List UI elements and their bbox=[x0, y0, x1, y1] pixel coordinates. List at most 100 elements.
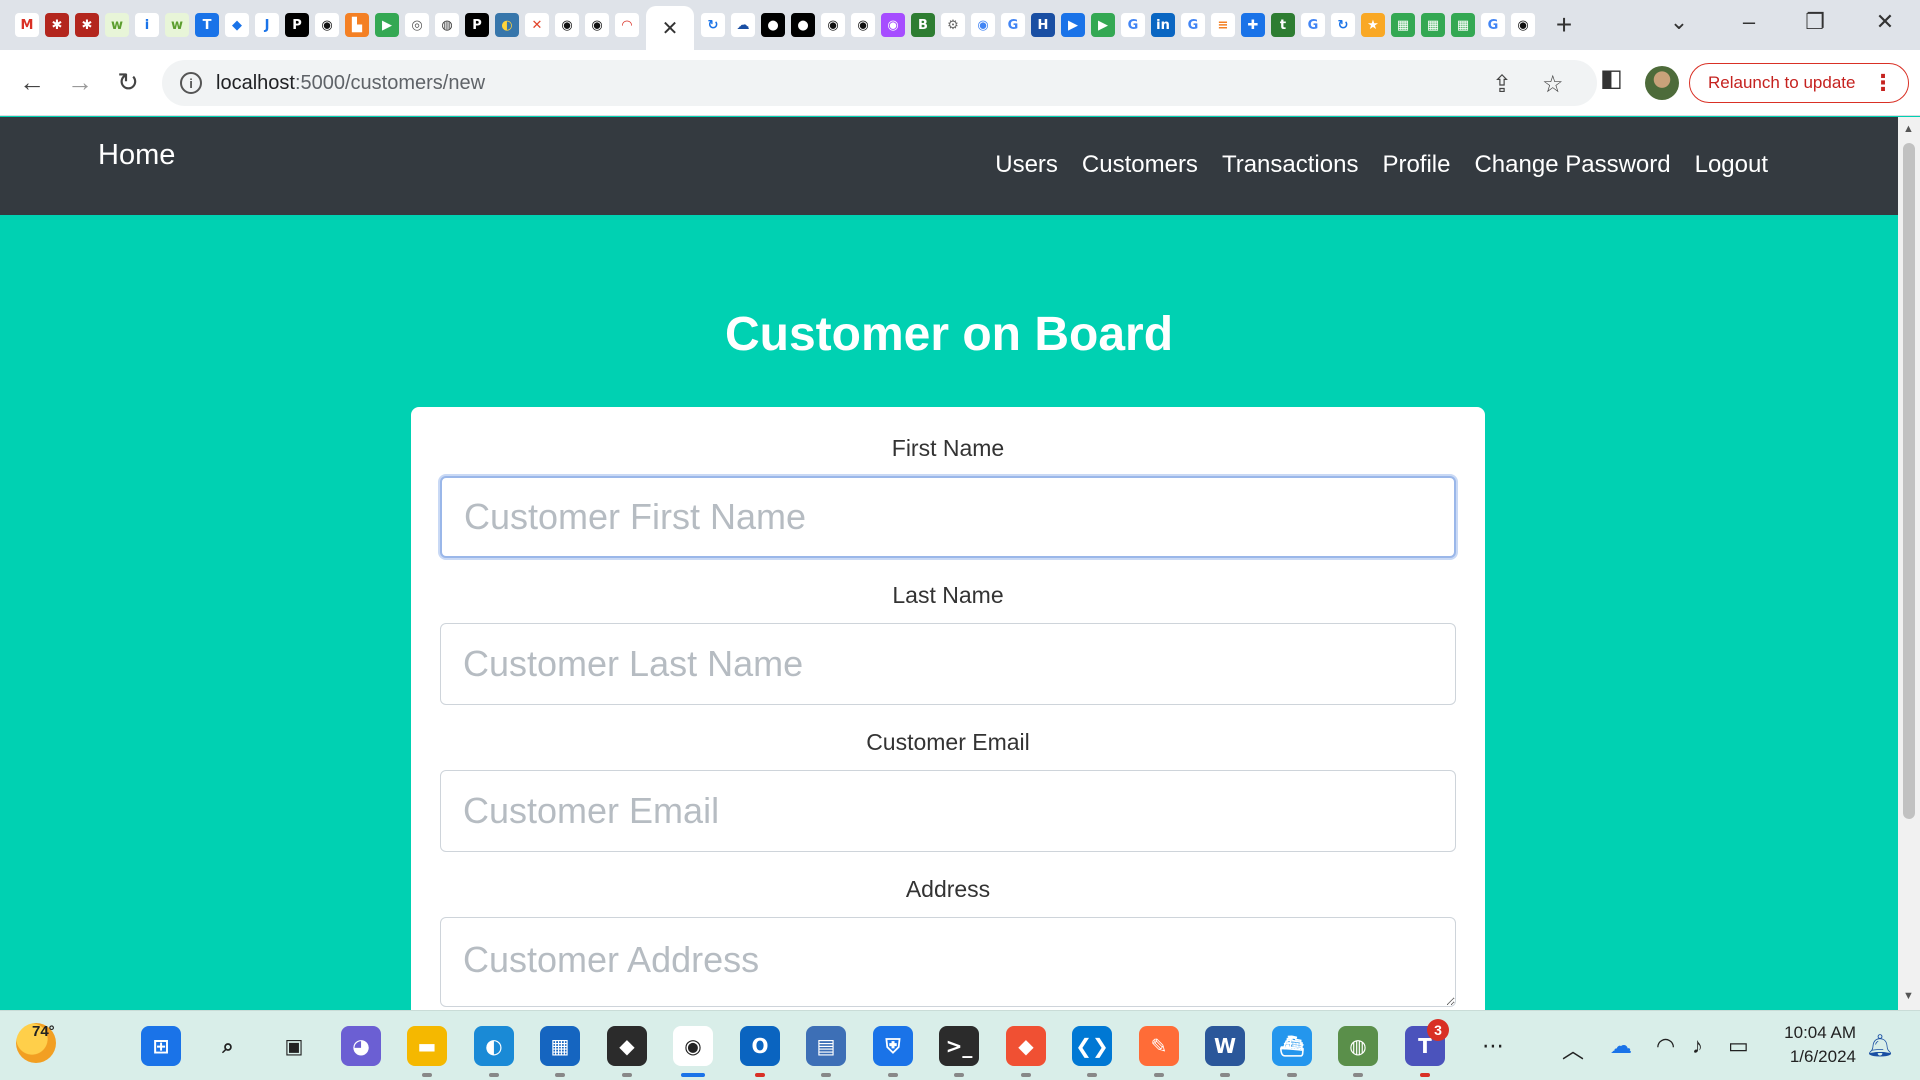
gear-site-icon[interactable]: ⚙ bbox=[941, 13, 965, 37]
tab-search-chevron-icon[interactable]: ⌄ bbox=[1646, 0, 1712, 44]
system-clock[interactable]: 10:04 AM 1/6/2024 bbox=[1770, 1021, 1856, 1069]
side-panel-icon[interactable]: ◧ bbox=[1600, 64, 1623, 93]
notification-bell-icon[interactable]: 🔔︎ bbox=[1866, 1033, 1894, 1059]
docker-icon[interactable]: ⛴ bbox=[1272, 1026, 1312, 1066]
sheets-icon-2[interactable]: ▦ bbox=[1421, 13, 1445, 37]
google-icon-5[interactable]: G bbox=[1481, 13, 1505, 37]
google-icon-4[interactable]: G bbox=[1301, 13, 1325, 37]
outlook-icon[interactable]: O bbox=[740, 1026, 780, 1066]
terminal-icon[interactable]: >_ bbox=[939, 1026, 979, 1066]
task-view-icon[interactable]: ▣ bbox=[274, 1026, 314, 1066]
nav-link-logout[interactable]: Logout bbox=[1695, 151, 1768, 179]
git-icon[interactable]: ◆ bbox=[1006, 1026, 1046, 1066]
tray-overflow-chevron-icon[interactable]: ︿ bbox=[1562, 1033, 1584, 1065]
bookmark-star-icon[interactable]: ☆ bbox=[1542, 70, 1564, 99]
medium-icon[interactable]: ● bbox=[761, 13, 785, 37]
github-icon-5[interactable]: ◉ bbox=[851, 13, 875, 37]
meet-icon[interactable]: ▶ bbox=[375, 13, 399, 37]
last-name-input[interactable] bbox=[440, 623, 1456, 705]
chat-icon[interactable]: ◉ bbox=[881, 13, 905, 37]
refresh-site-icon-2[interactable]: ↻ bbox=[1331, 13, 1355, 37]
scroll-down-arrow-icon[interactable]: ▼ bbox=[1903, 990, 1914, 1002]
wifi-icon[interactable]: ◠ bbox=[1656, 1033, 1675, 1059]
sheets-icon-3[interactable]: ▦ bbox=[1451, 13, 1475, 37]
teams-chat-icon[interactable]: ◕ bbox=[341, 1026, 381, 1066]
j2c-icon[interactable]: J bbox=[255, 13, 279, 37]
chrome-icon[interactable]: ◉ bbox=[673, 1026, 713, 1066]
new-tab-button[interactable]: + bbox=[1546, 7, 1582, 43]
hs-icon[interactable]: H bbox=[1031, 13, 1055, 37]
gitlab-icon[interactable]: ✕ bbox=[525, 13, 549, 37]
word-icon[interactable]: W bbox=[1205, 1026, 1245, 1066]
github-icon-2[interactable]: ◉ bbox=[555, 13, 579, 37]
restore-button[interactable]: ❐ bbox=[1782, 0, 1848, 44]
tab-close-icon[interactable]: ✕ bbox=[662, 16, 679, 41]
profile-avatar[interactable] bbox=[1645, 66, 1679, 100]
url-text[interactable]: localhost:5000/customers/new bbox=[216, 72, 485, 95]
postman-icon[interactable]: ✎ bbox=[1139, 1026, 1179, 1066]
edge-icon[interactable]: ◐ bbox=[474, 1026, 514, 1066]
file-explorer-icon[interactable]: ▬ bbox=[407, 1026, 447, 1066]
navbar-brand-home[interactable]: Home bbox=[98, 139, 175, 172]
address-bar[interactable]: i localhost:5000/customers/new ⇪ ☆ bbox=[162, 60, 1597, 106]
nav-link-profile[interactable]: Profile bbox=[1382, 151, 1450, 179]
puzzle-icon[interactable]: ✚ bbox=[1241, 13, 1265, 37]
nav-link-users[interactable]: Users bbox=[995, 151, 1058, 179]
app-icon-2[interactable]: ✱ bbox=[75, 13, 99, 37]
search-icon[interactable]: ⌕ bbox=[208, 1026, 248, 1066]
app-icon-4[interactable]: w bbox=[165, 13, 189, 37]
google-icon-3[interactable]: G bbox=[1181, 13, 1205, 37]
reload-icon[interactable]: ↻ bbox=[108, 62, 148, 102]
app-icon-3[interactable]: w bbox=[105, 13, 129, 37]
network-app-icon[interactable]: ◍ bbox=[1338, 1026, 1378, 1066]
github-icon[interactable]: ◉ bbox=[315, 13, 339, 37]
cloud-icon[interactable]: ☁ bbox=[731, 13, 755, 37]
github-icon-3[interactable]: ◉ bbox=[585, 13, 609, 37]
back-arrow-icon[interactable]: ← bbox=[12, 62, 52, 102]
info-site-icon[interactable]: i bbox=[135, 13, 159, 37]
scrollbar-thumb[interactable] bbox=[1903, 143, 1915, 819]
minimize-button[interactable]: – bbox=[1716, 0, 1782, 44]
close-window-button[interactable]: ✕ bbox=[1852, 0, 1918, 44]
medium-icon-2[interactable]: ● bbox=[791, 13, 815, 37]
battery-icon[interactable]: ▭ bbox=[1728, 1033, 1749, 1059]
linkedin-icon[interactable]: in bbox=[1151, 13, 1175, 37]
page-scrollbar[interactable]: ▲ ▼ bbox=[1898, 117, 1920, 1010]
customer-email-input[interactable] bbox=[440, 770, 1456, 852]
vscode-icon[interactable]: ❮❯ bbox=[1072, 1026, 1112, 1066]
git-bash-icon[interactable]: ◆ bbox=[607, 1026, 647, 1066]
defender-icon[interactable]: ⛨ bbox=[873, 1026, 913, 1066]
python-icon[interactable]: ◐ bbox=[495, 13, 519, 37]
share-icon[interactable]: ⇪ bbox=[1492, 70, 1512, 99]
google-icon-2[interactable]: G bbox=[1121, 13, 1145, 37]
windows-start-icon[interactable]: ⊞ bbox=[141, 1026, 181, 1066]
forward-arrow-icon[interactable]: → bbox=[60, 62, 100, 102]
nav-link-change-password[interactable]: Change Password bbox=[1474, 151, 1670, 179]
scroll-up-arrow-icon[interactable]: ▲ bbox=[1903, 123, 1914, 135]
orange-app-icon[interactable]: ▙ bbox=[345, 13, 369, 37]
store-icon[interactable]: ▦ bbox=[540, 1026, 580, 1066]
volume-icon[interactable]: ♪ bbox=[1692, 1033, 1703, 1059]
sheets-icon[interactable]: ▦ bbox=[1391, 13, 1415, 37]
t-icon[interactable]: T bbox=[195, 13, 219, 37]
meet-icon-2[interactable]: ▶ bbox=[1091, 13, 1115, 37]
first-name-input[interactable] bbox=[440, 476, 1456, 558]
active-tab[interactable]: ✕ bbox=[646, 6, 694, 50]
tc-icon[interactable]: t bbox=[1271, 13, 1295, 37]
github-icon-6[interactable]: ◉ bbox=[1511, 13, 1535, 37]
nav-link-transactions[interactable]: Transactions bbox=[1222, 151, 1359, 179]
address-textarea[interactable] bbox=[440, 917, 1456, 1007]
app-icon-1[interactable]: ✱ bbox=[45, 13, 69, 37]
video-icon[interactable]: ▶ bbox=[1061, 13, 1085, 37]
nav-link-customers[interactable]: Customers bbox=[1082, 151, 1198, 179]
stackoverflow-icon[interactable]: ≡ bbox=[1211, 13, 1235, 37]
chatgpt-icon[interactable]: ◎ bbox=[405, 13, 429, 37]
refresh-site-icon[interactable]: ↻ bbox=[701, 13, 725, 37]
relaunch-button[interactable]: Relaunch to update ⋮ bbox=[1689, 63, 1909, 103]
maps-icon[interactable]: ◉ bbox=[971, 13, 995, 37]
remote-desktop-icon[interactable]: ▤ bbox=[806, 1026, 846, 1066]
speed-icon[interactable]: ◠ bbox=[615, 13, 639, 37]
site-info-icon[interactable]: i bbox=[180, 72, 202, 94]
diamond-icon[interactable]: ◆ bbox=[225, 13, 249, 37]
gmail-icon[interactable]: M bbox=[15, 13, 39, 37]
